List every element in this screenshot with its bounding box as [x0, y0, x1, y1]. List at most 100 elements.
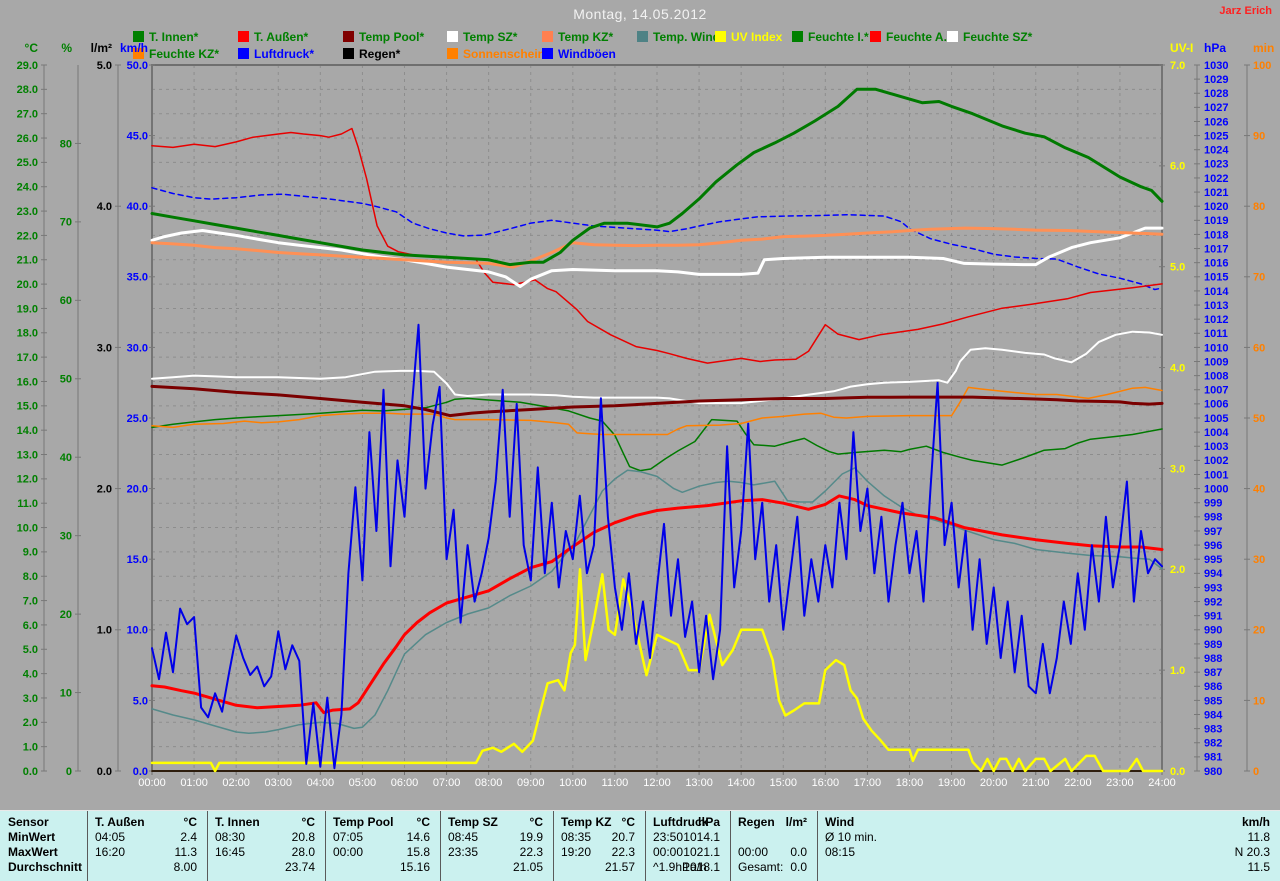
table-row-label: MinWert	[8, 830, 55, 844]
axis-tick-label: 5.0	[133, 695, 148, 707]
axis-tick-label: 1029	[1204, 74, 1228, 86]
axis-tick-label: 2.0	[1170, 564, 1185, 576]
table-separator	[87, 811, 88, 881]
axis-tick-label: 27.0	[17, 109, 38, 121]
x-tick-label: 24:00	[1148, 777, 1176, 789]
axis-tick-label: 1017	[1204, 243, 1228, 255]
axis-tick-label: 1004	[1204, 427, 1229, 439]
axis-tick-label: 4.0	[97, 201, 112, 213]
x-tick-label: 11:00	[602, 777, 629, 789]
axis-tick-label: 50	[60, 374, 72, 386]
x-tick-label: 19:00	[938, 777, 966, 789]
table-cell-value: 0.0	[738, 860, 807, 874]
axis-tick-label: 80	[60, 138, 72, 150]
axis-tick-label: 999	[1204, 498, 1222, 510]
axis-tick-label: 30	[60, 531, 72, 543]
axis-tick-label: 1011	[1204, 328, 1228, 340]
axis-tick-label: 997	[1204, 526, 1222, 538]
chart-grid	[152, 65, 1162, 771]
x-axis: 00:0001:0002:0003:0004:0005:0006:0007:00…	[138, 771, 1176, 789]
table-cell-value: 23.74	[215, 860, 315, 874]
axis-tick-label: 1013	[1204, 300, 1228, 312]
axis-tick-label: 11.0	[17, 498, 38, 510]
x-tick-label: 03:00	[264, 777, 292, 789]
axis-title-c: °C	[25, 41, 39, 55]
table-separator	[207, 811, 208, 881]
axis-title-hpa: hPa	[1204, 41, 1226, 55]
x-tick-label: 00:00	[138, 777, 166, 789]
axis-tick-label: 1.0	[23, 742, 38, 754]
table-cell-value: 21.57	[561, 860, 635, 874]
table-separator	[440, 811, 441, 881]
axis-tick-label: 30.0	[127, 342, 148, 354]
axis-title-min: min	[1253, 41, 1274, 55]
x-tick-label: 08:00	[475, 777, 503, 789]
table-cell-value: 2.4	[95, 830, 197, 844]
axis-tick-label: 15.0	[127, 554, 148, 566]
table-cell-value: 15.8	[333, 845, 430, 859]
axis-tick-label: 1009	[1204, 356, 1228, 368]
x-tick-label: 21:00	[1022, 777, 1050, 789]
table-col-unit: l/m²	[738, 815, 807, 829]
axis-tick-label: 3.0	[1170, 463, 1185, 475]
axis-tick-label: 29.0	[17, 60, 38, 72]
axis-tick-label: 7.0	[23, 595, 38, 607]
x-tick-label: 20:00	[980, 777, 1008, 789]
table-cell-value: 1014.1	[653, 830, 720, 844]
axis-tick-label: 1024	[1204, 145, 1229, 157]
axis-tick-label: 35.0	[127, 272, 148, 284]
axis-tick-label: 5.0	[1170, 262, 1185, 274]
axis-title-lm2: l/m²	[91, 41, 112, 55]
table-cell-value: 19.9	[448, 830, 543, 844]
axis-tick-label: 45.0	[127, 130, 148, 142]
axis-tick-label: 1030	[1204, 60, 1228, 72]
table-cell-value: 1021.1	[653, 845, 720, 859]
table-cell-value: 15.16	[333, 860, 430, 874]
axis-tick-label: 6.0	[23, 620, 38, 632]
table-col-unit: °C	[561, 815, 635, 829]
axis-tick-label: 9.0	[23, 547, 38, 559]
axis-tick-label: 1021	[1204, 187, 1228, 199]
table-cell-value: N 20.3	[825, 845, 1270, 859]
x-tick-label: 05:00	[349, 777, 377, 789]
axis-tick-label: 10	[60, 687, 72, 699]
axis-tick-label: 1025	[1204, 130, 1228, 142]
axis-tick-label: 988	[1204, 653, 1222, 665]
table-col-unit: km/h	[825, 815, 1270, 829]
table-row-label: MaxWert	[8, 845, 58, 859]
axis-tick-label: 1002	[1204, 455, 1228, 467]
axis-tick-label: 1.0	[1170, 665, 1185, 677]
axis-tick-label: 40	[1253, 483, 1265, 495]
table-col-unit: °C	[215, 815, 315, 829]
x-tick-label: 09:00	[517, 777, 545, 789]
axis-tick-label: 20	[60, 609, 72, 621]
x-tick-label: 16:00	[812, 777, 840, 789]
axis-tick-label: 985	[1204, 695, 1222, 707]
axis-tick-label: 1003	[1204, 441, 1228, 453]
axis-tick-label: 50.0	[127, 60, 148, 72]
axis-tick-label: 1001	[1204, 469, 1228, 481]
x-tick-label: 06:00	[391, 777, 419, 789]
axis-tick-label: 989	[1204, 639, 1222, 651]
axis-tick-label: 1007	[1204, 385, 1228, 397]
axis-tick-label: 0	[66, 766, 72, 778]
axis-tick-label: 30	[1253, 554, 1265, 566]
table-cell-value: 8.00	[95, 860, 197, 874]
axis-tick-label: 2.0	[97, 483, 112, 495]
axis-tick-label: 1012	[1204, 314, 1228, 326]
weather-station-window: Montag, 14.05.2012 Jarz Erich T. Innen*T…	[0, 0, 1280, 881]
axis-tick-label: 3.0	[23, 693, 38, 705]
table-col-unit: °C	[448, 815, 543, 829]
axis-tick-label: 986	[1204, 681, 1222, 693]
weather-chart: °C0.01.02.03.04.05.06.07.08.09.010.011.0…	[0, 0, 1280, 806]
axis-tick-label: 20	[1253, 625, 1265, 637]
x-tick-label: 23:00	[1106, 777, 1134, 789]
x-tick-label: 17:00	[854, 777, 882, 789]
x-tick-label: 10:00	[559, 777, 587, 789]
axis-tick-label: 1028	[1204, 88, 1228, 100]
table-separator	[325, 811, 326, 881]
axis-tick-label: 70	[1253, 272, 1265, 284]
axis-tick-label: 19.0	[17, 303, 38, 315]
x-tick-label: 02:00	[222, 777, 250, 789]
table-col-unit: °C	[333, 815, 430, 829]
